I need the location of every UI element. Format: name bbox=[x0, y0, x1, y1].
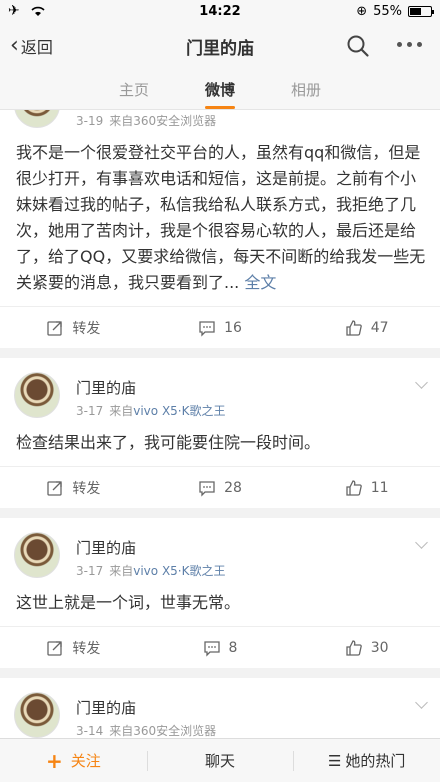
post-header: 门里的庙 3-17 来自vivo X5·K歌之王 bbox=[0, 518, 440, 590]
post-header: 3-19 来自360安全浏览器 bbox=[0, 110, 440, 140]
post-meta: 3-14 来自360安全浏览器 bbox=[76, 722, 216, 738]
nav-bar: ‹ 返回 门里的庙 bbox=[0, 22, 440, 70]
back-label: 返回 bbox=[20, 38, 53, 57]
post-date: 3-17 bbox=[76, 564, 104, 578]
battery-fill bbox=[410, 7, 421, 15]
comment-icon bbox=[199, 480, 215, 497]
comment-count: 16 bbox=[224, 319, 242, 336]
wifi-icon bbox=[31, 6, 45, 16]
plus-icon: + bbox=[45, 748, 63, 773]
comment-count: 28 bbox=[224, 479, 242, 496]
post-actions: 转发 8 30 bbox=[0, 626, 440, 668]
repost-button[interactable]: 转发 bbox=[0, 467, 147, 508]
hot-label: 她的热门 bbox=[345, 752, 406, 770]
post-actions: 转发 28 11 bbox=[0, 466, 440, 508]
source-prefix: 来自 bbox=[109, 404, 134, 418]
lock-rotation-icon: ⊕ bbox=[356, 3, 368, 19]
post-source[interactable]: vivo X5·K歌之王 bbox=[133, 564, 225, 578]
repost-button[interactable]: 转发 bbox=[0, 627, 147, 668]
like-count: 11 bbox=[370, 479, 389, 496]
post-source[interactable]: vivo X5·K歌之王 bbox=[133, 404, 225, 418]
post-card[interactable]: 门里的庙 3-17 来自vivo X5·K歌之王 这世上就是一个词，世事无常。 转… bbox=[0, 518, 440, 668]
more-icon[interactable] bbox=[397, 42, 422, 47]
page-title: 门里的庙 bbox=[186, 38, 254, 59]
thumbs-up-icon bbox=[346, 639, 362, 656]
chevron-down-icon[interactable] bbox=[415, 376, 428, 389]
like-count: 30 bbox=[370, 639, 389, 656]
avatar[interactable] bbox=[14, 110, 60, 128]
status-bar: ✈ 14:22 ⊕ 55% bbox=[0, 0, 440, 22]
source-prefix: 来自 bbox=[109, 724, 134, 738]
back-button[interactable]: ‹ 返回 bbox=[10, 34, 53, 58]
tab-album[interactable]: 相册 bbox=[263, 70, 349, 109]
chevron-left-icon: ‹ bbox=[10, 33, 19, 58]
repost-label: 转发 bbox=[72, 480, 101, 497]
list-icon: ☰ bbox=[327, 751, 342, 770]
tab-weibo[interactable]: 微博 bbox=[177, 70, 263, 109]
chat-label: 聊天 bbox=[205, 752, 236, 770]
status-left: ✈ bbox=[8, 3, 46, 19]
chevron-down-icon[interactable] bbox=[415, 536, 428, 549]
avatar[interactable] bbox=[14, 692, 60, 738]
comment-icon bbox=[199, 320, 215, 337]
post-header: 门里的庙 3-14 来自360安全浏览器 bbox=[0, 678, 440, 738]
battery-icon bbox=[408, 5, 434, 17]
like-count: 47 bbox=[370, 319, 389, 336]
repost-label: 转发 bbox=[72, 640, 101, 657]
status-right: ⊕ 55% bbox=[356, 3, 434, 19]
comment-icon bbox=[203, 640, 220, 657]
chevron-down-icon[interactable] bbox=[415, 696, 428, 709]
battery-percent: 55% bbox=[373, 3, 402, 19]
avatar[interactable] bbox=[14, 532, 60, 578]
like-button[interactable]: 47 bbox=[293, 307, 440, 348]
tab-home[interactable]: 主页 bbox=[91, 70, 177, 109]
repost-label: 转发 bbox=[72, 320, 101, 337]
post-author[interactable]: 门里的庙 bbox=[76, 537, 136, 558]
repost-icon bbox=[47, 320, 62, 336]
airplane-icon: ✈ bbox=[8, 3, 20, 19]
full-text-link[interactable]: 全文 bbox=[244, 273, 276, 292]
profile-tabs: 主页 微博 相册 bbox=[0, 70, 440, 110]
follow-label: 关注 bbox=[70, 752, 101, 770]
post-meta: 3-17 来自vivo X5·K歌之王 bbox=[76, 562, 225, 579]
bottom-bar: + 关注 聊天 ☰ 她的热门 bbox=[0, 738, 440, 782]
post-date: 3-14 bbox=[76, 724, 104, 738]
post-header: 门里的庙 3-17 来自vivo X5·K歌之王 bbox=[0, 358, 440, 430]
post-actions: 转发 16 47 bbox=[0, 306, 440, 348]
thumbs-up-icon bbox=[346, 479, 362, 496]
post-body: 我不是一个很爱登社交平台的人，虽然有qq和微信，但是很少打开，有事喜欢电话和短信… bbox=[16, 143, 426, 292]
post-author[interactable]: 门里的庙 bbox=[76, 697, 136, 718]
repost-icon bbox=[47, 480, 62, 496]
search-icon[interactable] bbox=[346, 34, 370, 58]
thumbs-up-icon bbox=[346, 319, 362, 336]
post-card[interactable]: 门里的庙 3-17 来自vivo X5·K歌之王 检查结果出来了，我可能要住院一段… bbox=[0, 358, 440, 508]
comment-button[interactable]: 28 bbox=[147, 467, 294, 508]
repost-button[interactable]: 转发 bbox=[0, 307, 147, 348]
post-date: 3-19 bbox=[76, 114, 104, 128]
like-button[interactable]: 11 bbox=[293, 467, 440, 508]
post-date: 3-17 bbox=[76, 404, 104, 418]
post-feed[interactable]: 3-19 来自360安全浏览器 我不是一个很爱登社交平台的人，虽然有qq和微信，但… bbox=[0, 110, 440, 738]
source-prefix: 来自 bbox=[109, 564, 134, 578]
post-text: 检查结果出来了，我可能要住院一段时间。 bbox=[16, 433, 321, 452]
post-meta: 3-17 来自vivo X5·K歌之王 bbox=[76, 402, 225, 419]
source-prefix: 来自 bbox=[109, 114, 134, 128]
post-card[interactable]: 3-19 来自360安全浏览器 我不是一个很爱登社交平台的人，虽然有qq和微信，但… bbox=[0, 110, 440, 348]
chat-button[interactable]: 聊天 bbox=[146, 739, 294, 782]
repost-icon bbox=[47, 640, 62, 656]
post-source: 360安全浏览器 bbox=[133, 114, 217, 128]
like-button[interactable]: 30 bbox=[293, 627, 440, 668]
post-author[interactable]: 门里的庙 bbox=[76, 377, 136, 398]
post-text: 这世上就是一个词，世事无常。 bbox=[16, 593, 241, 612]
comment-button[interactable]: 8 bbox=[147, 627, 294, 668]
follow-button[interactable]: + 关注 bbox=[0, 739, 147, 782]
comment-button[interactable]: 16 bbox=[147, 307, 294, 348]
comment-count: 8 bbox=[228, 639, 238, 656]
post-source: 360安全浏览器 bbox=[133, 724, 217, 738]
post-card[interactable]: 门里的庙 3-14 来自360安全浏览器 bbox=[0, 678, 440, 738]
post-meta: 3-19 来自360安全浏览器 bbox=[76, 112, 216, 129]
avatar[interactable] bbox=[14, 372, 60, 418]
hot-posts-button[interactable]: ☰ 她的热门 bbox=[293, 739, 440, 782]
post-text: 我不是一个很爱登社交平台的人，虽然有qq和微信，但是很少打开，有事喜欢电话和短信… bbox=[0, 140, 440, 306]
